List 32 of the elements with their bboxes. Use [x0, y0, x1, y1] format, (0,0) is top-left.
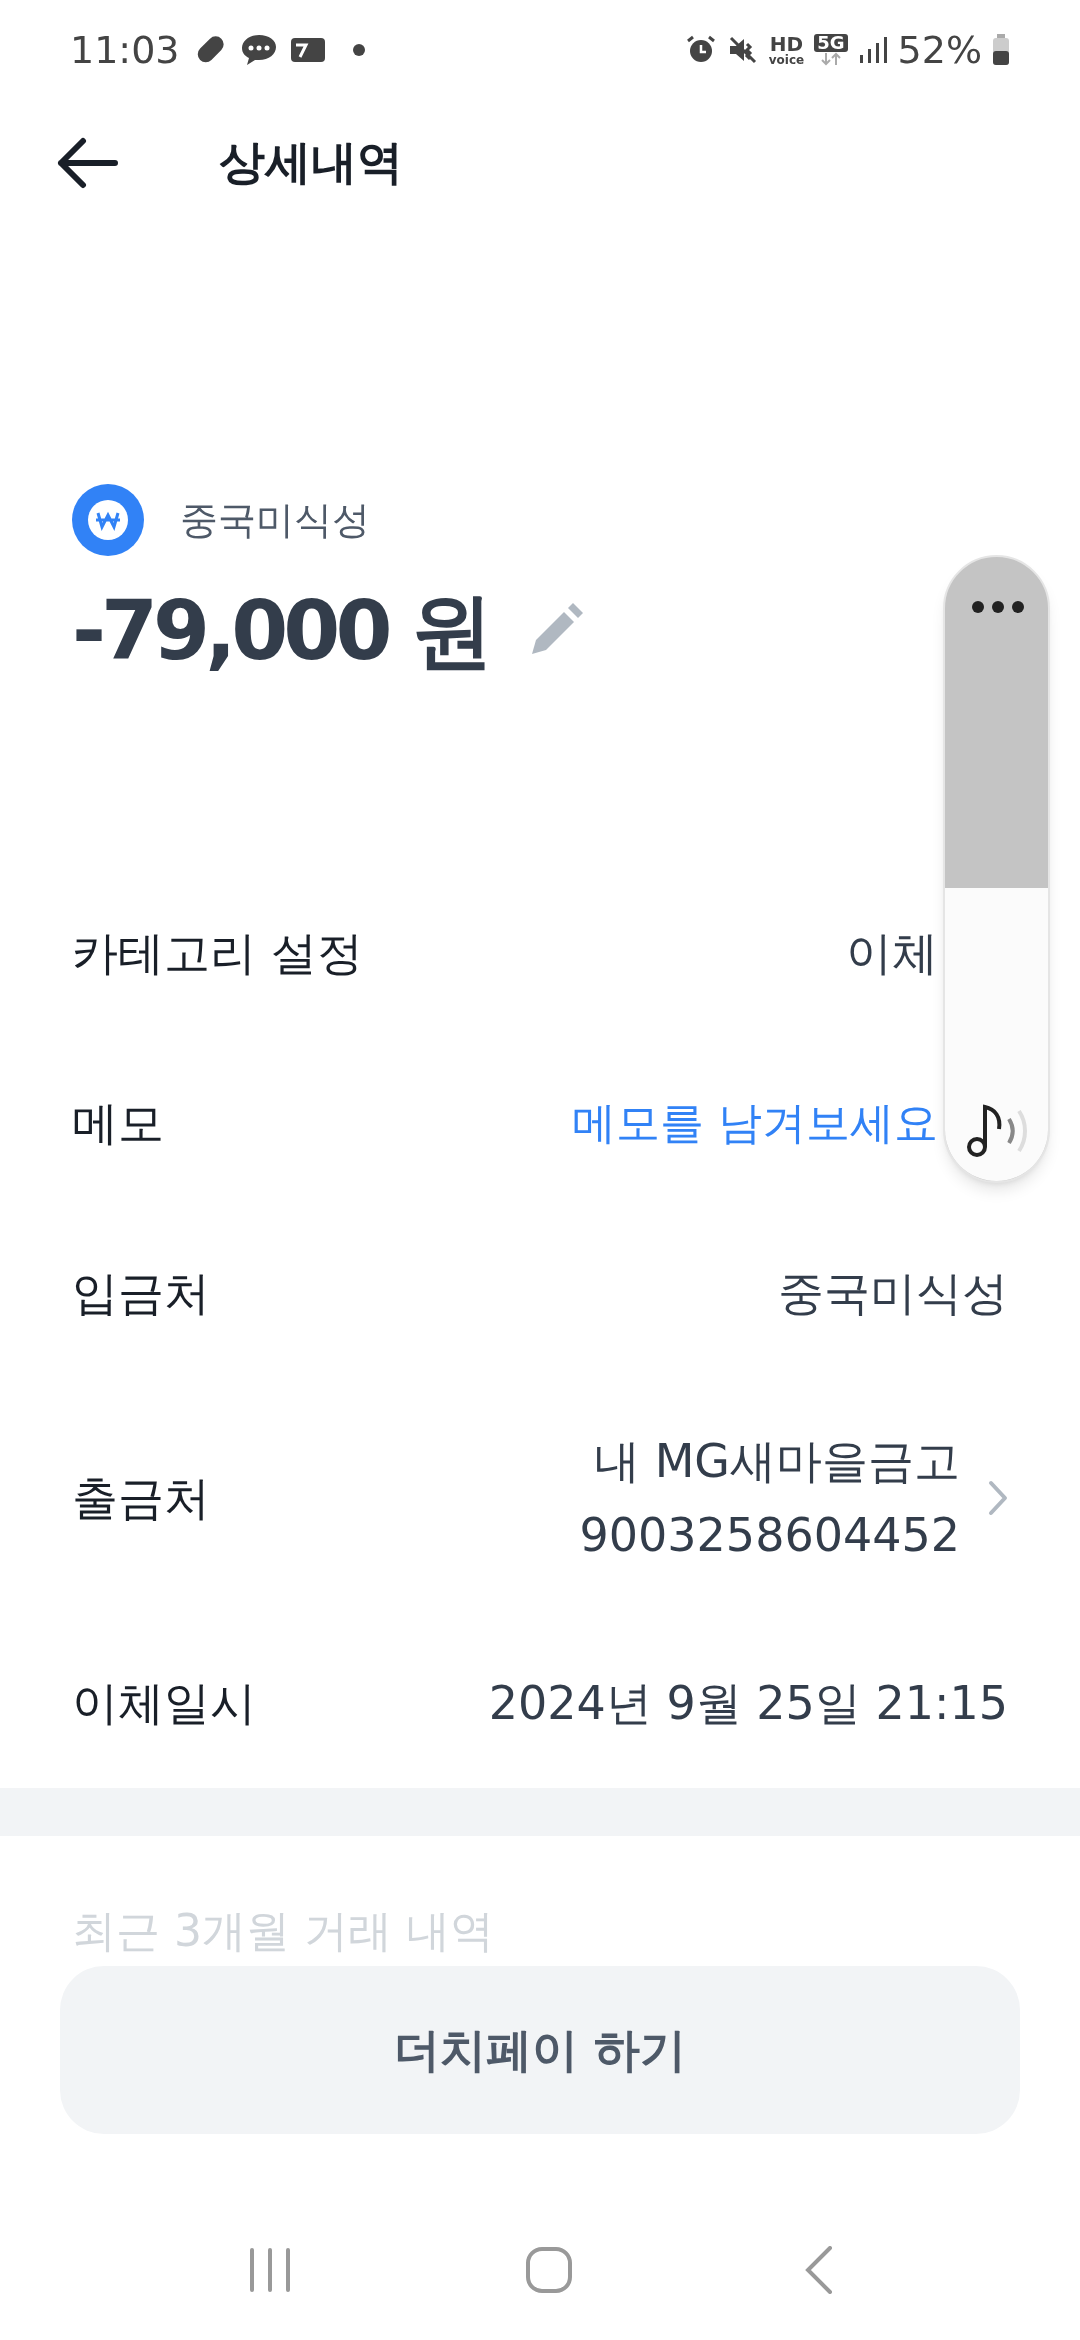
chevron-right-icon[interactable] — [988, 1480, 1008, 1516]
detail-value: 2024년 9월 25일 21:15 — [488, 1674, 1008, 1732]
network-label: 5G — [814, 34, 848, 52]
app-window-icon — [289, 36, 326, 64]
account-number: 9003258604452 — [579, 1507, 960, 1564]
more-icon[interactable] — [970, 599, 1026, 615]
voice-label: voice — [768, 54, 805, 66]
status-time: 11:03 — [70, 26, 180, 74]
hd-label: HD — [769, 34, 804, 54]
detail-label: 이체일시 — [72, 1674, 256, 1732]
back-icon[interactable] — [804, 2246, 835, 2294]
chat-bubble-icon — [239, 32, 278, 68]
dot-icon — [351, 43, 366, 57]
back-arrow-icon[interactable] — [55, 136, 119, 189]
memo-link[interactable]: 메모를 남겨보세요 — [572, 1090, 938, 1156]
detail-label: 입금처 — [72, 1264, 210, 1322]
detail-label: 출금처 — [72, 1469, 210, 1527]
volume-slider[interactable] — [943, 555, 1050, 1183]
account-name: 내 MG새마을금고 — [594, 1433, 960, 1490]
detail-label: 카테고리 설정 — [72, 924, 363, 982]
detail-value: 중국미식성 — [778, 1264, 1008, 1322]
dutch-pay-button[interactable]: 더치페이 하기 — [60, 1966, 1020, 2134]
signal-icon — [857, 35, 888, 65]
battery-icon — [992, 34, 1010, 66]
page-title: 상세내역 — [219, 134, 403, 191]
won-coin-icon — [72, 484, 144, 556]
merchant-name: 중국미식성 — [180, 496, 370, 544]
amount: -79,000 원 — [72, 581, 488, 680]
battery-percent: 52% — [897, 26, 982, 74]
home-icon[interactable] — [525, 2246, 573, 2294]
detail-value: 이체 — [846, 924, 938, 982]
detail-label: 메모 — [72, 1094, 164, 1152]
